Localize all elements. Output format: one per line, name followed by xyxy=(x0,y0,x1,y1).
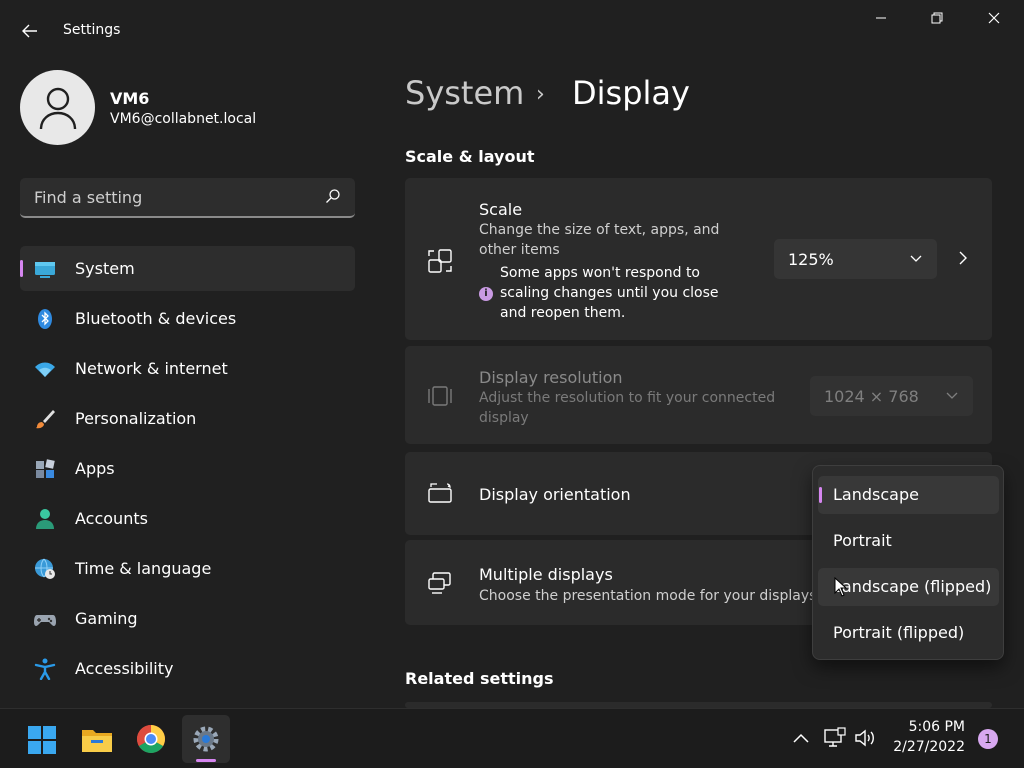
orientation-option-label: Landscape xyxy=(833,485,919,504)
user-email: VM6@collabnet.local xyxy=(110,111,257,127)
section-title-related: Related settings xyxy=(405,669,554,688)
sidebar-item-accounts[interactable]: Accounts xyxy=(20,496,355,541)
orientation-option-portrait-flipped[interactable]: Portrait (flipped) xyxy=(818,614,999,652)
start-button[interactable] xyxy=(17,715,65,763)
globe-clock-icon xyxy=(35,558,55,579)
accessibility-icon xyxy=(34,658,56,680)
active-app-indicator xyxy=(196,759,216,762)
close-button[interactable] xyxy=(974,8,1014,32)
orientation-icon xyxy=(428,483,452,503)
chrome-icon xyxy=(137,725,165,753)
minimize-icon xyxy=(876,17,886,19)
orientation-option-label: Portrait (flipped) xyxy=(833,623,965,642)
multiple-displays-icon xyxy=(428,572,451,594)
chevron-right-icon[interactable] xyxy=(957,251,969,265)
scale-description: Change the size of text, apps, and other… xyxy=(479,222,720,258)
notification-badge[interactable]: 1 xyxy=(978,729,998,749)
orientation-option-label: Landscape (flipped) xyxy=(833,577,992,596)
sidebar-item-label: Accounts xyxy=(75,509,148,528)
wifi-icon xyxy=(35,362,55,377)
brush-icon xyxy=(36,410,55,429)
scale-title: Scale xyxy=(479,200,523,219)
multiple-displays-description: Choose the presentation mode for your di… xyxy=(479,588,817,604)
orientation-option-landscape[interactable]: Landscape xyxy=(818,476,999,514)
sidebar-item-label: Gaming xyxy=(75,609,138,628)
sidebar-item-label: Time & language xyxy=(75,559,212,578)
file-explorer-icon xyxy=(82,730,112,752)
bluetooth-icon xyxy=(38,309,52,329)
clock-time[interactable]: 5:06 PM xyxy=(880,719,965,735)
sidebar-item-label: Bluetooth & devices xyxy=(75,309,237,328)
orientation-title: Display orientation xyxy=(479,485,631,504)
accounts-icon xyxy=(36,509,54,529)
scale-card[interactable]: Scale Change the size of text, apps, and… xyxy=(405,178,992,340)
arrow-left-icon xyxy=(22,24,37,38)
chevron-down-icon xyxy=(910,255,922,262)
orientation-option-portrait[interactable]: Portrait xyxy=(818,522,999,560)
restore-icon xyxy=(931,12,943,24)
resolution-dropdown-value: 1024 × 768 xyxy=(824,386,919,406)
sidebar-item-personalization[interactable]: Personalization xyxy=(20,396,355,441)
settings-gear-icon xyxy=(193,726,219,752)
chevron-down-icon xyxy=(946,392,958,399)
resolution-dropdown: 1024 × 768 xyxy=(810,376,973,416)
sidebar-item-network[interactable]: Network & internet xyxy=(20,346,355,391)
sidebar-item-bluetooth[interactable]: Bluetooth & devices xyxy=(20,296,355,341)
sidebar-item-label: Personalization xyxy=(75,409,197,428)
scale-icon xyxy=(428,249,452,273)
system-icon xyxy=(35,262,55,278)
page-title: Display xyxy=(572,74,690,112)
restore-button[interactable] xyxy=(917,8,957,32)
clock-date[interactable]: 2/27/2022 xyxy=(880,739,965,755)
orientation-option-label: Portrait xyxy=(833,531,892,550)
orientation-flyout: Landscape Portrait Landscape (flipped) P… xyxy=(812,465,1004,660)
gamepad-icon xyxy=(34,615,56,626)
multiple-displays-title: Multiple displays xyxy=(479,565,613,584)
sidebar-item-apps[interactable]: Apps xyxy=(20,446,355,491)
network-monitor-icon[interactable] xyxy=(823,727,847,749)
apps-icon xyxy=(36,459,55,478)
sidebar-item-label: Apps xyxy=(75,459,115,478)
user-silhouette-icon xyxy=(39,87,76,129)
mouse-cursor-icon xyxy=(834,577,848,597)
title-bar: Settings xyxy=(0,0,1024,60)
app-title: Settings xyxy=(63,22,121,38)
chevron-right-icon: › xyxy=(536,82,545,107)
taskbar: 5:06 PM 2/27/2022 1 xyxy=(0,708,1024,768)
section-title-scale-layout: Scale & layout xyxy=(405,147,535,166)
sidebar-item-system[interactable]: System xyxy=(20,246,355,291)
avatar[interactable] xyxy=(20,70,95,145)
sidebar-item-accessibility[interactable]: Accessibility xyxy=(20,646,355,691)
volume-icon[interactable] xyxy=(854,727,878,749)
search-input[interactable] xyxy=(20,178,310,216)
back-button[interactable] xyxy=(18,20,42,42)
breadcrumb-parent[interactable]: System xyxy=(405,74,524,112)
scale-dropdown[interactable]: 125% xyxy=(774,239,937,279)
sidebar-nav: System Bluetooth & devices Network & int… xyxy=(20,246,355,696)
sidebar-item-label: Network & internet xyxy=(75,359,228,378)
search-box[interactable] xyxy=(20,178,355,218)
chevron-up-icon[interactable] xyxy=(789,727,813,749)
settings-app-button[interactable] xyxy=(182,715,230,763)
sidebar-item-label: System xyxy=(75,259,135,278)
scale-note-text: Some apps won't respond to scaling chang… xyxy=(500,265,719,321)
resolution-icon xyxy=(428,386,452,406)
resolution-card: Display resolution Adjust the resolution… xyxy=(405,346,992,444)
info-icon: i xyxy=(479,287,493,301)
windows-start-icon xyxy=(28,726,56,754)
resolution-description: Adjust the resolution to fit your connec… xyxy=(479,390,776,426)
chrome-button[interactable] xyxy=(127,715,175,763)
resolution-title: Display resolution xyxy=(479,368,623,387)
user-name: VM6 xyxy=(110,89,150,108)
file-explorer-button[interactable] xyxy=(72,715,120,763)
search-icon[interactable] xyxy=(325,188,341,204)
sidebar-item-label: Accessibility xyxy=(75,659,174,678)
sidebar-item-time-language[interactable]: Time & language xyxy=(20,546,355,591)
minimize-button[interactable] xyxy=(861,8,901,32)
close-icon xyxy=(988,12,1000,24)
sidebar-item-gaming[interactable]: Gaming xyxy=(20,596,355,641)
scale-dropdown-value: 125% xyxy=(788,249,834,269)
